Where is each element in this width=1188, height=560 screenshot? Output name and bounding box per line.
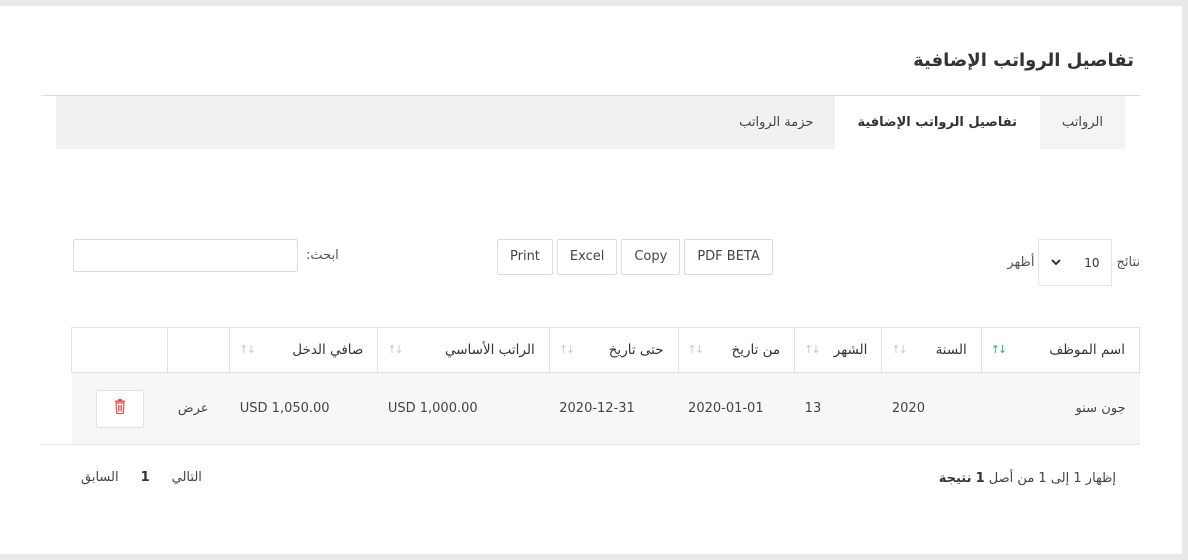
sort-arrows-icon: ↓↑ — [804, 343, 821, 356]
page-length-value: 10 — [1084, 255, 1100, 270]
print-button[interactable]: Print — [497, 239, 553, 275]
tab-salaries[interactable]: الرواتب — [1038, 96, 1125, 149]
table-info: إظهار 1 إلى 1 من أصل 1 نتيجة — [939, 471, 1116, 486]
table-header-row: اسم الموظف ↓↑ السنة ↓↑ الشهر ↓↑ من تاريخ ↓↑ … — [70, 327, 1141, 373]
info-text: إظهار 1 إلى 1 من أصل — [988, 471, 1116, 486]
column-header-month[interactable]: الشهر ↓↑ — [794, 327, 883, 373]
export-buttons: Print Excel Copy PDF BETA — [497, 239, 773, 275]
info-unit: نتيجة — [938, 471, 972, 486]
info-total: 1 — [975, 471, 985, 486]
cell-month: 13 — [794, 372, 882, 445]
sort-arrows-icon: ↓↑ — [239, 343, 256, 356]
table-row: جون سنو 2020 13 2020-01-01 2020-12-31 US… — [71, 372, 1140, 445]
salary-details-table: اسم الموظف ↓↑ السنة ↓↑ الشهر ↓↑ من تاريخ ↓↑ … — [70, 327, 1141, 445]
page-length-control: أظهر 10 نتائج — [1007, 239, 1140, 286]
table-bottom-divider — [41, 444, 1140, 445]
cell-to-date: 2020-12-31 — [549, 372, 679, 445]
column-header-label: السنة — [935, 342, 967, 358]
column-header-delete — [70, 327, 169, 373]
copy-button[interactable]: Copy — [621, 239, 681, 275]
view-link[interactable]: عرض — [167, 372, 230, 445]
page-length-select[interactable]: 10 — [1038, 239, 1113, 286]
column-header-label: الشهر — [833, 342, 868, 358]
column-header-label: الراتب الأساسي — [444, 342, 535, 358]
column-header-to-date[interactable]: حتى تاريخ ↓↑ — [548, 327, 679, 373]
chevron-down-icon — [1051, 256, 1062, 269]
column-header-label: من تاريخ — [731, 342, 781, 358]
column-header-label: حتى تاريخ — [608, 342, 664, 358]
column-header-from-date[interactable]: من تاريخ ↓↑ — [677, 327, 796, 373]
column-header-basic-salary[interactable]: الراتب الأساسي ↓↑ — [377, 327, 550, 373]
column-header-employee[interactable]: اسم الموظف ↓↑ — [980, 327, 1141, 373]
cell-from-date: 2020-01-01 — [678, 372, 795, 445]
column-header-year[interactable]: السنة ↓↑ — [881, 327, 982, 373]
cell-net-income: USD 1,050.00 — [229, 372, 378, 445]
pdf-button[interactable]: PDF BETA — [684, 239, 773, 275]
pagination-next[interactable]: التالي — [161, 468, 213, 488]
search-input[interactable] — [73, 239, 298, 272]
excel-button[interactable]: Excel — [556, 239, 618, 275]
pagination-previous[interactable]: السابق — [70, 468, 130, 488]
sort-arrows-icon: ↓↑ — [990, 343, 1008, 356]
sort-arrows-icon: ↓↑ — [687, 343, 705, 356]
column-header-net-income[interactable]: صافي الدخل ↓↑ — [229, 327, 379, 373]
tab-additional-salary-details[interactable]: تفاصيل الرواتب الإضافية — [835, 96, 1039, 149]
column-header-view — [167, 327, 231, 373]
cell-year: 2020 — [881, 372, 982, 445]
trash-icon — [114, 399, 126, 418]
cell-basic-salary: USD 1,000.00 — [377, 372, 550, 445]
cell-employee: جون سنو — [981, 372, 1140, 445]
content-card: تفاصيل الرواتب الإضافية الرواتب تفاصيل ا… — [0, 6, 1182, 554]
search-control: ابحث: — [73, 239, 339, 272]
pagination: السابق 1 التالي — [70, 468, 213, 488]
cell-delete — [71, 372, 168, 445]
pagination-page-1[interactable]: 1 — [130, 468, 161, 488]
length-suffix-label: نتائج — [1116, 255, 1140, 270]
sort-arrows-icon: ↓↑ — [558, 343, 576, 356]
tab-salary-package[interactable]: حزمة الرواتب — [717, 96, 835, 149]
length-prefix-label: أظهر — [1007, 255, 1035, 270]
tab-bar: الرواتب تفاصيل الرواتب الإضافية حزمة الر… — [56, 96, 1125, 149]
page-title: تفاصيل الرواتب الإضافية — [913, 50, 1134, 71]
column-header-label: اسم الموظف — [1049, 342, 1125, 358]
sort-arrows-icon: ↓↑ — [387, 343, 404, 356]
sort-arrows-icon: ↓↑ — [891, 343, 908, 356]
search-label: ابحث: — [306, 248, 339, 263]
column-header-label: صافي الدخل — [292, 342, 364, 358]
delete-button[interactable] — [95, 389, 144, 428]
